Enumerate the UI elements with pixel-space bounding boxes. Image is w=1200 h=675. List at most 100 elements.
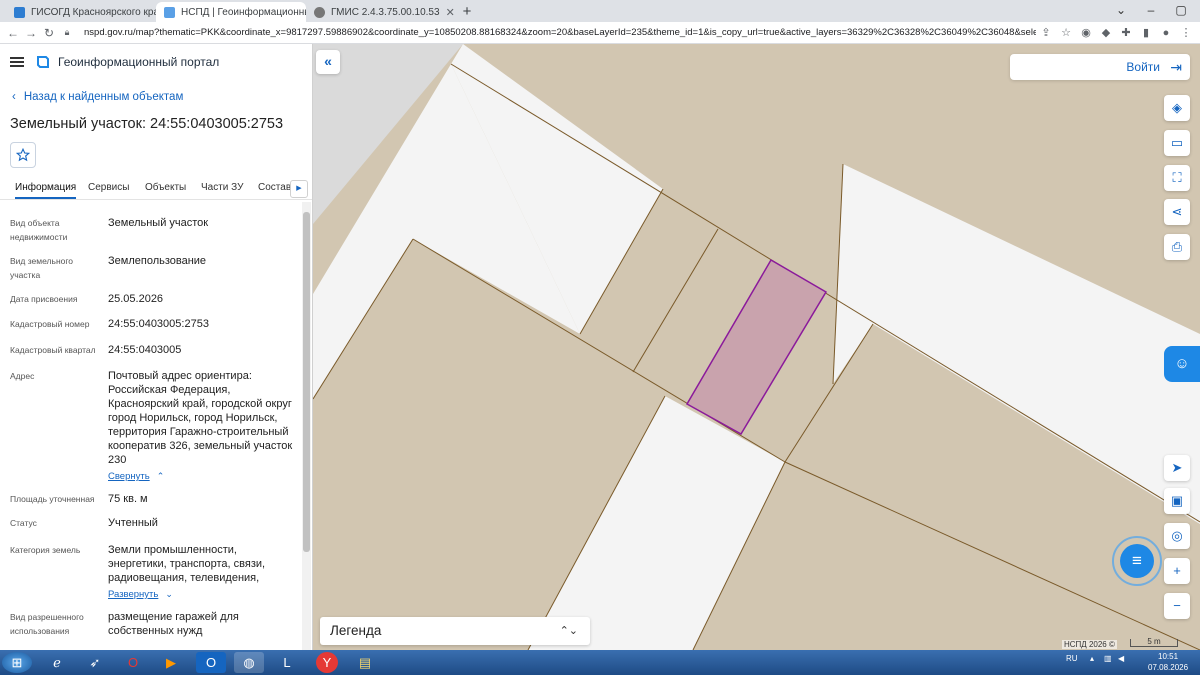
app-icon[interactable]: L <box>272 652 302 673</box>
profile-icon[interactable]: ● <box>1156 27 1176 39</box>
forward-arrow-icon[interactable]: → <box>22 26 40 40</box>
close-tab-icon[interactable]: ✕ <box>440 6 455 19</box>
chevron-down-icon: ⌄ <box>165 589 173 599</box>
print-button[interactable]: ⎙ <box>1164 234 1190 260</box>
tab-composition[interactable]: Состав <box>258 182 291 193</box>
chevron-up-icon: ⌃ <box>156 471 165 481</box>
legend-dropdown[interactable]: Легенда ⌃⌄ <box>320 617 590 645</box>
field-value: размещение гаражей для собственных нужд <box>108 611 239 637</box>
menu-dots-icon[interactable]: ⋮ <box>1176 26 1196 39</box>
field-label: Кадастровый квартал <box>10 345 96 355</box>
field-label: Категория земель <box>10 545 81 555</box>
expand-link-label: Развернуть <box>108 589 159 600</box>
cadastral-map[interactable] <box>313 44 1200 650</box>
menu-icon[interactable] <box>10 57 24 67</box>
tab-services[interactable]: Сервисы <box>88 182 129 193</box>
zoom-in-button[interactable]: + <box>1164 558 1190 584</box>
measure-button[interactable]: ▭ <box>1164 130 1190 156</box>
field-value: 75 кв. м <box>108 493 148 505</box>
scrollbar-thumb[interactable] <box>303 212 310 552</box>
basemap-button[interactable]: ▣ <box>1164 488 1190 514</box>
url-field[interactable]: nspd.gov.ru/map?thematic=PKK&coordinate_… <box>84 27 1036 38</box>
lock-icon[interactable]: 🔒︎ <box>58 27 76 38</box>
select-area-button[interactable]: ⛶ <box>1164 165 1190 191</box>
yandex-browser-icon[interactable]: Y <box>316 652 338 673</box>
minimize-icon[interactable]: – <box>1136 0 1166 22</box>
start-button-icon[interactable]: ⊞ <box>2 652 32 673</box>
file-explorer-icon[interactable]: ▤ <box>350 652 380 673</box>
back-arrow-icon[interactable]: ← <box>4 26 22 40</box>
network-icon[interactable]: ▥ <box>1104 654 1112 663</box>
internet-explorer-icon[interactable]: ℯ <box>42 652 72 673</box>
opera-icon[interactable]: O <box>118 652 148 673</box>
share-icon[interactable]: ⇪ <box>1036 26 1056 39</box>
field-value: 24:55:0403005 <box>108 344 182 356</box>
chrome-icon[interactable]: ◍ <box>234 652 264 673</box>
tab-search-icon[interactable]: ⌄ <box>1106 0 1136 22</box>
ruler-icon: ▭ <box>1170 135 1184 150</box>
tab-parts[interactable]: Части ЗУ <box>201 182 243 193</box>
field-label: Площадь уточненная <box>10 494 95 504</box>
maximize-icon[interactable]: ▢ <box>1166 0 1196 22</box>
login-button[interactable]: Войти ⇥ <box>1010 54 1190 80</box>
map-scale-bar: 5 m <box>1130 638 1178 647</box>
browser-tab-gisogd[interactable]: ГИСОГД Красноярского края ✕ <box>6 2 156 22</box>
chevron-left-icon: ‹ <box>12 91 16 103</box>
collapse-link[interactable]: Свернуть ⌃ <box>108 469 296 484</box>
share-icon: ⋖ <box>1171 204 1183 219</box>
locate-button[interactable]: ➤ <box>1164 455 1190 481</box>
panel-scrollbar[interactable] <box>302 202 311 650</box>
language-indicator[interactable]: RU <box>1066 654 1078 663</box>
collapse-panel-button[interactable]: « <box>316 50 340 74</box>
browser-tab-title: ГМИС 2.4.3.75.00.10.53 <box>331 6 440 18</box>
browser-tab-gmis[interactable]: ГМИС 2.4.3.75.00.10.53 ✕ <box>306 2 456 22</box>
plus-icon: + <box>1173 563 1181 578</box>
portal-brand-name: Геоинформационный портал <box>58 55 220 69</box>
field-value: 24:55:0403005:2753 <box>108 318 209 330</box>
media-player-icon[interactable]: ▶ <box>156 652 186 673</box>
sidebar-icon[interactable]: ▮ <box>1136 26 1156 39</box>
search-location-icon: ◎ <box>1171 528 1183 543</box>
legend-label: Легенда <box>330 623 382 638</box>
location-arrow-icon: ➤ <box>1171 460 1183 475</box>
zoom-out-button[interactable]: − <box>1164 593 1190 619</box>
map-copyright: НСПД 2026 © <box>1062 640 1117 649</box>
field-value: Учтенный <box>108 517 158 529</box>
site-favicon-icon <box>164 6 175 18</box>
bookmark-star-icon[interactable]: ☆ <box>1056 26 1076 39</box>
map-canvas[interactable] <box>313 44 1200 650</box>
search-location-button[interactable]: ◎ <box>1164 523 1190 549</box>
tray-arrow-icon[interactable]: ▴ <box>1090 654 1094 663</box>
layers-icon: ◈ <box>1172 100 1182 115</box>
chat-button[interactable]: ≡ <box>1112 536 1162 586</box>
share-button[interactable]: ⋖ <box>1164 199 1190 225</box>
puzzle-icon[interactable]: ✚ <box>1116 26 1136 39</box>
clock-date[interactable]: 07.08.2026 <box>1148 663 1188 672</box>
outlook-icon[interactable]: O <box>196 652 226 673</box>
login-label: Войти <box>1126 60 1160 74</box>
volume-icon[interactable]: ◀ <box>1118 654 1124 663</box>
favorite-button[interactable] <box>10 142 36 168</box>
field-value: 25.05.2026 <box>108 293 164 305</box>
portal-header: Геоинформационный портал <box>0 44 312 80</box>
site-favicon-icon <box>14 6 25 18</box>
extension-icon[interactable]: ◆ <box>1096 26 1116 39</box>
tab-information[interactable]: Информация <box>15 182 77 199</box>
panel-tabs: Информация Сервисы Объекты Части ЗУ Сост… <box>0 178 312 200</box>
new-tab-button[interactable]: + <box>458 3 476 21</box>
extension-icon[interactable]: ◉ <box>1076 26 1096 39</box>
reload-icon[interactable]: ↻ <box>40 26 58 40</box>
chat-assistant-icon: ☺ <box>1174 355 1190 372</box>
expand-link[interactable]: Развернуть ⌄ <box>108 587 296 602</box>
browser-tab-nspd[interactable]: НСПД | Геоинформационный п ✕ <box>156 2 306 22</box>
layers-button[interactable]: ◈ <box>1164 95 1190 121</box>
bird-app-icon[interactable]: ➶ <box>80 652 110 673</box>
tabs-scroll-right-icon[interactable]: ▶ <box>290 180 308 198</box>
tab-objects[interactable]: Объекты <box>145 182 186 193</box>
address-bar: ← → ↻ 🔒︎ nspd.gov.ru/map?thematic=PKK&co… <box>0 22 1200 44</box>
select-icon: ⛶ <box>1172 170 1182 185</box>
assistant-side-button[interactable]: ☺ <box>1164 346 1200 382</box>
back-to-results-link[interactable]: ‹ Назад к найденным объектам <box>12 91 183 103</box>
back-link-label: Назад к найденным объектам <box>23 91 184 103</box>
clock-time[interactable]: 10:51 <box>1158 652 1178 661</box>
